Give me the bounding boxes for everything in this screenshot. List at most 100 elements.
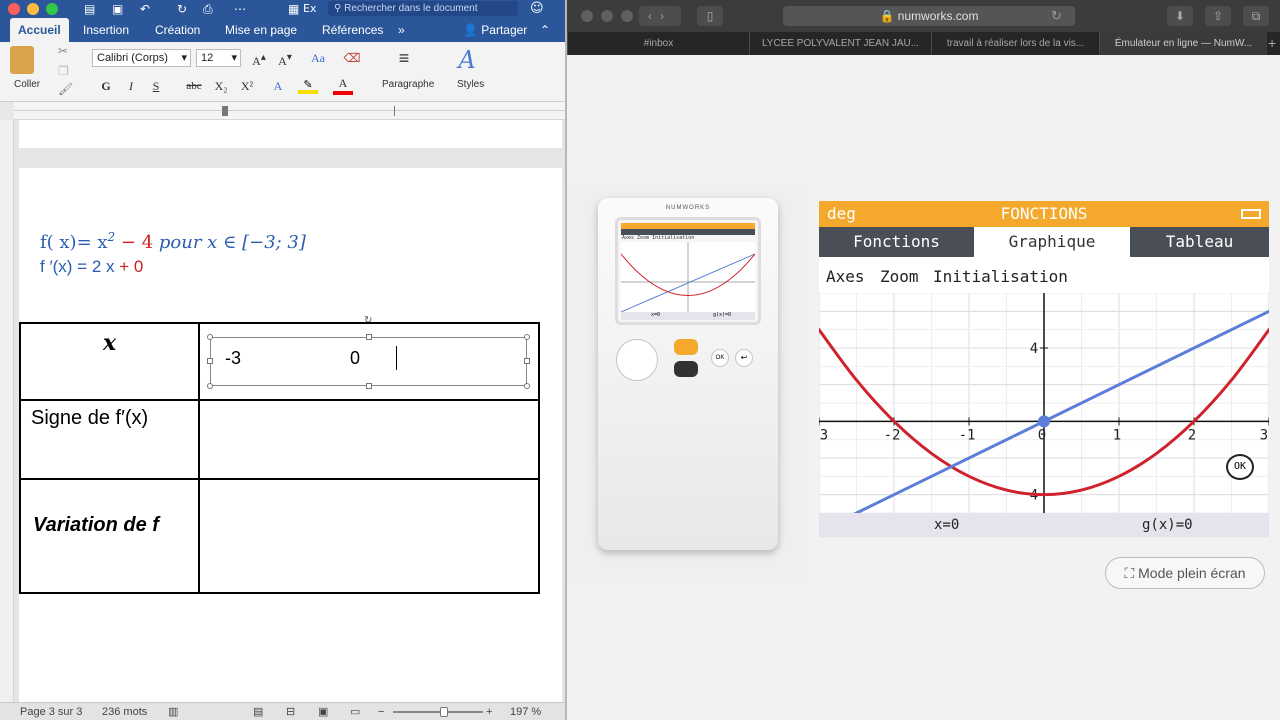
italic-button[interactable]: I	[121, 77, 141, 95]
grow-font-button[interactable]: A▴	[248, 49, 270, 70]
sidebar-icon[interactable]: ▤	[84, 1, 95, 17]
zoom-slider-thumb[interactable]	[440, 707, 448, 717]
more-tabs-chevron[interactable]: »	[390, 18, 413, 42]
back-key[interactable]: ↩	[735, 349, 753, 367]
menu-axes[interactable]: Axes	[826, 257, 865, 297]
smiley-icon[interactable]: ☺	[530, 1, 544, 17]
print-layout-icon[interactable]: ▤	[253, 703, 263, 720]
ok-button[interactable]: OK	[1226, 454, 1254, 480]
back-forward-buttons[interactable]: ‹›	[639, 6, 681, 26]
text-effects-button[interactable]: A	[266, 77, 290, 95]
search-input[interactable]: ⚲ Rechercher dans le document	[328, 1, 518, 16]
styles-label: Styles	[457, 79, 485, 90]
home-button[interactable]	[674, 339, 698, 355]
tab-accueil[interactable]: Accueil	[10, 18, 69, 42]
font-size-select[interactable]: 12 ▾	[196, 49, 241, 67]
read-mode-icon[interactable]: ▭	[350, 703, 360, 720]
dpad[interactable]	[616, 339, 658, 381]
power-button[interactable]	[674, 361, 698, 377]
tab-insertion[interactable]: Insertion	[75, 18, 137, 42]
address-bar[interactable]: 🔒 numworks.com	[783, 6, 1075, 26]
download-icon[interactable]: ⬇	[1167, 6, 1193, 26]
sidebar-icon[interactable]: ▯	[697, 6, 723, 26]
paste-icon[interactable]	[10, 46, 34, 74]
tab-mise-en-page[interactable]: Mise en page	[217, 18, 305, 42]
web-layout-icon[interactable]: ⊟	[286, 703, 295, 720]
resize-handle[interactable]	[524, 334, 530, 340]
resize-handle[interactable]	[366, 334, 372, 340]
resize-handle[interactable]	[207, 383, 213, 389]
format-painter-icon[interactable]: 🖌	[58, 82, 73, 96]
ok-key[interactable]: OK	[711, 349, 729, 367]
clear-format-icon[interactable]: ⌫	[340, 49, 364, 67]
redo-icon[interactable]: ↻	[177, 1, 187, 17]
styles-icon[interactable]: A	[452, 46, 482, 74]
minimize-window-button[interactable]	[27, 3, 39, 15]
new-tab-button[interactable]: +	[1268, 32, 1280, 55]
word-titlebar: ▤ ▣ ↶ ↻ ⎙ ⋯ ▦ Ex ⚲ Rechercher dans le do…	[0, 0, 565, 18]
document-title: Ex	[303, 2, 317, 15]
shrink-font-button[interactable]: A▾	[274, 49, 296, 70]
resize-handle[interactable]	[524, 383, 530, 389]
function-graph[interactable]: 3 -2 -1 0 1 2 344	[819, 293, 1269, 513]
document-icon: ▦	[288, 2, 300, 16]
tabs-overview-icon[interactable]: ⧉	[1243, 6, 1269, 26]
table-cell-sign-values[interactable]	[198, 399, 540, 480]
bold-button[interactable]: G	[96, 77, 116, 95]
superscript-button[interactable]: X²	[235, 77, 259, 95]
paragraph-icon[interactable]: ≡	[390, 48, 418, 69]
tab-references[interactable]: Références	[314, 18, 391, 42]
zoom-window-button[interactable]	[621, 10, 633, 22]
selected-textbox[interactable]: -3 0	[210, 337, 527, 386]
tab-travail[interactable]: travail à réaliser lors de la vis...	[931, 32, 1099, 55]
more-icon[interactable]: ⋯	[234, 1, 246, 17]
chevron-left-icon[interactable]: ‹	[648, 9, 660, 23]
resize-handle[interactable]	[207, 358, 213, 364]
table-cell-variation-values[interactable]	[198, 478, 540, 594]
change-case-button[interactable]: Aa	[304, 49, 332, 67]
save-icon[interactable]: ▣	[112, 1, 123, 17]
cut-icon[interactable]: ✂	[58, 44, 68, 58]
zoom-in-button[interactable]: +	[486, 703, 492, 720]
underline-button[interactable]: S	[146, 77, 166, 95]
share-icon[interactable]: ⇧	[1205, 6, 1231, 26]
tab-lycee[interactable]: LYCEE POLYVALENT JEAN JAU...	[749, 32, 931, 55]
zoom-window-button[interactable]	[46, 3, 58, 15]
zoom-level[interactable]: 197 %	[510, 703, 541, 720]
tab-creation[interactable]: Création	[147, 18, 208, 42]
undo-icon[interactable]: ↶	[140, 1, 150, 17]
zoom-slider[interactable]	[393, 711, 483, 713]
zoom-out-button[interactable]: −	[378, 703, 384, 720]
share-button[interactable]: 👤 Partager	[455, 18, 535, 42]
fullscreen-button[interactable]: ⛶ Mode plein écran	[1105, 557, 1265, 589]
tab-emulateur[interactable]: Émulateur en ligne — NumW...	[1099, 32, 1267, 55]
strikethrough-button[interactable]: abc	[181, 77, 207, 95]
proofing-icon[interactable]: ▥	[168, 703, 178, 720]
tab-inbox[interactable]: #inbox	[567, 32, 749, 55]
ruler-indent-marker[interactable]	[222, 106, 228, 116]
menu-zoom[interactable]: Zoom	[880, 257, 919, 297]
close-window-button[interactable]	[8, 3, 20, 15]
font-color-button[interactable]: A	[333, 75, 353, 95]
subscript-button[interactable]: X₂	[209, 77, 233, 95]
minimize-window-button[interactable]	[601, 10, 613, 22]
resize-handle[interactable]	[366, 383, 372, 389]
reload-icon[interactable]: ↻	[1051, 6, 1062, 26]
rotate-handle-icon[interactable]: ↻	[364, 315, 372, 326]
tab-graphique[interactable]: Graphique	[974, 227, 1130, 257]
chevron-right-icon[interactable]: ›	[660, 9, 672, 23]
close-window-button[interactable]	[581, 10, 593, 22]
ruler-tab-marker[interactable]	[394, 106, 395, 116]
copy-icon[interactable]: ❐	[58, 64, 69, 78]
tab-fonctions[interactable]: Fonctions	[819, 227, 974, 257]
highlight-button[interactable]: ✎	[298, 78, 318, 94]
print-icon[interactable]: ⎙	[203, 1, 213, 17]
font-name-select[interactable]: Calibri (Corps) ▾	[92, 49, 191, 67]
collapse-ribbon-icon[interactable]: ⌃	[532, 18, 558, 42]
focus-icon[interactable]: ▣	[318, 703, 328, 720]
tab-tableau[interactable]: Tableau	[1130, 227, 1269, 257]
resize-handle[interactable]	[524, 358, 530, 364]
menu-initialisation[interactable]: Initialisation	[933, 257, 1068, 297]
add-person-icon: 👤	[463, 23, 482, 37]
resize-handle[interactable]	[207, 334, 213, 340]
